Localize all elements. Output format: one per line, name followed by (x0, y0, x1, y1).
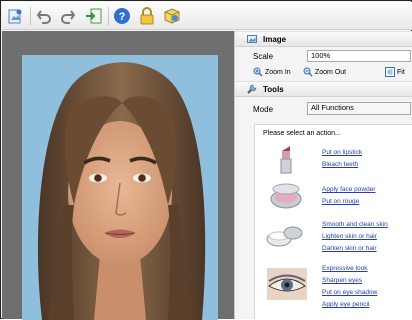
toolbar-divider (30, 7, 31, 25)
fit-label: Fit (397, 68, 405, 76)
zoom-out-button[interactable]: Zoom Out (303, 66, 346, 78)
redo-icon[interactable] (58, 6, 78, 26)
tools-section-title: Tools (263, 84, 284, 94)
compact-powder-icon (269, 182, 303, 212)
svg-text:?: ? (119, 11, 126, 23)
properties-panel: Image Scale 100% Zoom In Zoom Out Fit To… (234, 31, 412, 319)
action-expressive-look[interactable]: Expressive look (322, 265, 368, 272)
zoom-in-label: Zoom In (265, 68, 291, 76)
image-canvas[interactable] (2, 31, 234, 320)
zoom-out-label: Zoom Out (315, 68, 347, 76)
app-window: ? Image Scale 100% Zoom In Zoom Out Fit … (0, 0, 412, 320)
action-apply-face-powder[interactable]: Apply face powder (322, 186, 375, 193)
action-apply-eye-pencil[interactable]: Apply eye pencil (322, 301, 369, 308)
export-icon[interactable] (84, 6, 104, 26)
image-section-title: Image (263, 34, 287, 44)
action-darken-skin-or-hair[interactable]: Darken skin or hair (322, 245, 377, 252)
undo-icon[interactable] (34, 6, 54, 26)
cream-jar-icon (265, 221, 303, 251)
image-section-icon (247, 35, 257, 43)
action-put-on-rouge[interactable]: Put on rouge (322, 198, 359, 205)
actions-list: Please select an action... Put on lipsti… (254, 124, 412, 319)
actions-prompt: Please select an action... (263, 130, 341, 137)
action-put-on-eye-shadow[interactable]: Put on eye shadow (322, 289, 377, 296)
zoom-in-icon (253, 67, 263, 77)
toolbar: ? (2, 2, 412, 30)
action-bleach-teeth[interactable]: Bleach teeth (322, 161, 358, 168)
toolbar-divider (108, 7, 109, 25)
action-put-on-lipstick[interactable]: Put on lipstick (322, 149, 362, 156)
action-lighten-skin-or-hair[interactable]: Lighten skin or hair (322, 233, 377, 240)
tools-section-header[interactable]: Tools (235, 81, 412, 97)
package-icon[interactable] (162, 6, 182, 26)
scale-label: Scale (253, 52, 274, 61)
action-sharpen-eyes[interactable]: Sharpen eyes (322, 277, 362, 284)
fit-icon (385, 67, 395, 77)
help-icon[interactable]: ? (112, 6, 132, 26)
lipstick-icon (271, 143, 301, 177)
fit-button[interactable]: Fit (385, 66, 405, 78)
tools-icon (247, 84, 257, 94)
open-image-icon[interactable] (6, 6, 26, 26)
eye-makeup-icon (267, 268, 307, 302)
image-section-header[interactable]: Image (235, 31, 412, 47)
mode-select[interactable]: All Functions (307, 102, 411, 115)
lock-icon[interactable] (137, 6, 157, 26)
action-smooth-and-clean-skin[interactable]: Smooth and clean skin (322, 221, 388, 228)
zoom-out-icon (303, 67, 313, 77)
zoom-in-button[interactable]: Zoom In (253, 66, 291, 78)
mode-label: Mode (253, 105, 274, 114)
scale-field[interactable]: 100% (307, 50, 411, 62)
portrait-photo (22, 55, 218, 320)
